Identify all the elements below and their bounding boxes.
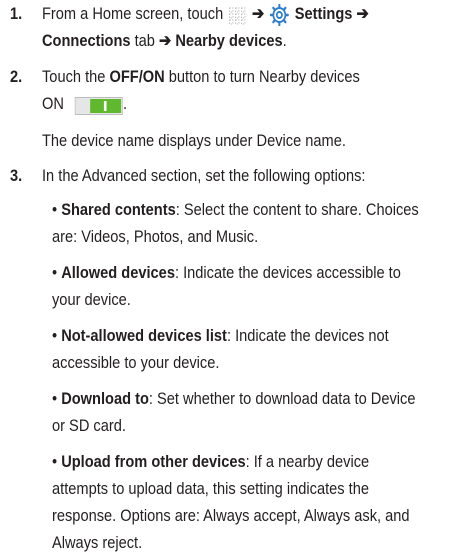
option-term: Shared contents bbox=[61, 200, 176, 219]
device-name-note: The device name displays under Device na… bbox=[42, 131, 346, 150]
tab-word: tab bbox=[134, 31, 155, 50]
settings-gear-icon bbox=[269, 3, 290, 26]
step-number: 2. bbox=[10, 67, 23, 86]
step-text: From a Home screen, touch ➔ Settings ➔ C… bbox=[42, 0, 369, 54]
on-toggle-icon bbox=[74, 96, 124, 115]
settings-label: Settings bbox=[294, 4, 353, 23]
option-shared-contents: • Shared contents: Select the content to… bbox=[52, 196, 474, 250]
bullet: • bbox=[52, 326, 58, 345]
bullet: • bbox=[52, 452, 58, 471]
bullet: • bbox=[52, 200, 58, 219]
option-desc: accessible to your device. bbox=[52, 353, 220, 372]
option-term: Not-allowed devices list bbox=[61, 326, 227, 345]
period: . bbox=[282, 31, 287, 50]
apps-icon bbox=[229, 6, 246, 25]
option-desc: response. Options are: Always accept, Al… bbox=[52, 506, 410, 525]
touch-text: Touch the bbox=[42, 67, 106, 86]
step-number: 3. bbox=[10, 166, 23, 185]
option-download-to: • Download to: Set whether to download d… bbox=[52, 385, 474, 439]
instruction-page: 1. From a Home screen, touch ➔ Settings … bbox=[0, 0, 474, 552]
offon-label: OFF/ON bbox=[109, 67, 165, 86]
option-term: Allowed devices bbox=[61, 263, 175, 282]
nearby-devices-label: Nearby devices bbox=[175, 31, 283, 50]
option-allowed-devices: • Allowed devices: Indicate the devices … bbox=[52, 259, 458, 313]
step-number: 1. bbox=[10, 4, 23, 23]
option-desc: or SD card. bbox=[52, 416, 126, 435]
option-term: Download to bbox=[61, 389, 149, 408]
arrow: ➔ bbox=[251, 4, 265, 23]
option-upload-from-other-devices: • Upload from other devices: If a nearby… bbox=[52, 448, 468, 556]
arrow: ➔ bbox=[159, 31, 172, 50]
period: . bbox=[123, 94, 128, 113]
option-desc: Always reject. bbox=[52, 533, 143, 552]
step-intro: In the Advanced section, set the followi… bbox=[42, 166, 366, 185]
step-1-prefix: From a Home screen, touch bbox=[42, 4, 224, 23]
option-desc: attempts to upload data, this setting in… bbox=[52, 479, 369, 498]
bullet: • bbox=[52, 263, 58, 282]
arrow: ➔ bbox=[356, 4, 369, 23]
option-desc: : Indicate the devices accessible to bbox=[174, 263, 401, 282]
connections-label: Connections bbox=[42, 31, 131, 50]
button-text: button to turn Nearby devices bbox=[168, 67, 360, 86]
step-text: Touch the OFF/ON button to turn Nearby d… bbox=[42, 63, 360, 154]
option-desc: your device. bbox=[52, 290, 131, 309]
option-desc: : Select the content to share. Choices bbox=[175, 200, 419, 219]
option-desc: : Set whether to download data to Device bbox=[148, 389, 416, 408]
option-desc: are: Videos, Photos, and Music. bbox=[52, 227, 259, 246]
option-not-allowed-devices: • Not-allowed devices list: Indicate the… bbox=[52, 322, 443, 376]
option-desc: : Indicate the devices not bbox=[226, 326, 389, 345]
option-desc: : If a nearby device bbox=[245, 452, 370, 471]
on-text: ON bbox=[42, 94, 64, 113]
bullet: • bbox=[52, 389, 58, 408]
option-term: Upload from other devices bbox=[61, 452, 246, 471]
